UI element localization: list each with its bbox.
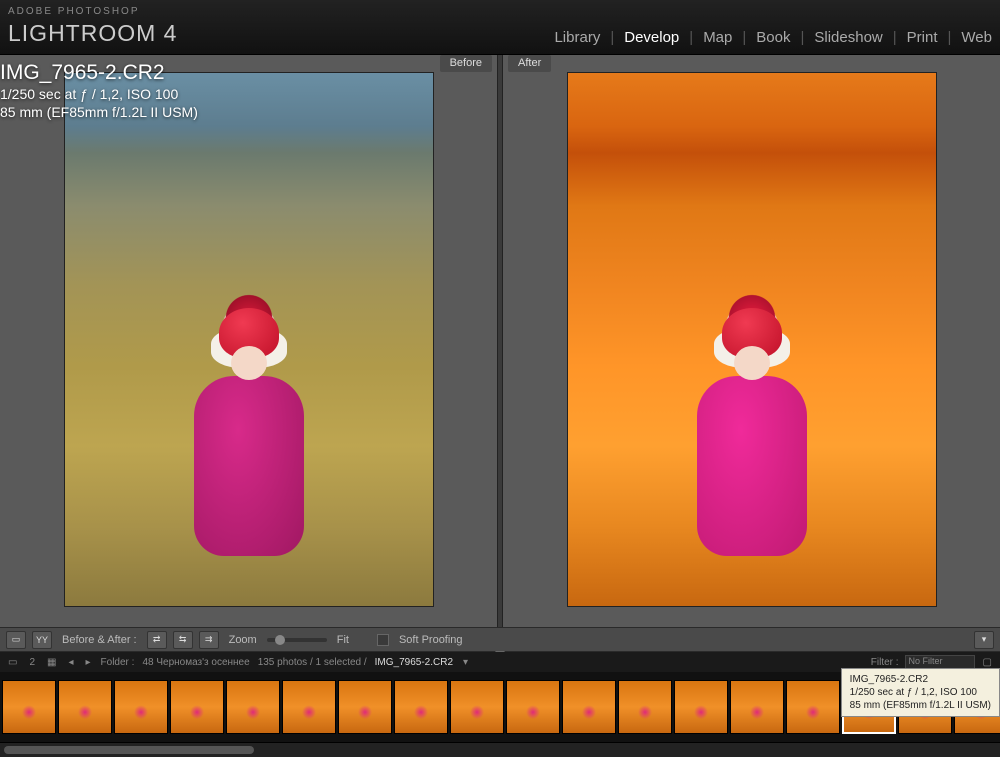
tooltip-lens: 85 mm (EF85mm f/1.2L II USM) [850, 699, 991, 712]
loupe-view-button[interactable]: ▭ [6, 631, 26, 649]
thumbnail-tooltip: IMG_7965-2.CR2 1/250 sec at ƒ / 1,2, ISO… [841, 668, 1000, 717]
module-develop[interactable]: Develop [624, 29, 679, 46]
filter-label: Filter : [871, 657, 899, 668]
grid-badge[interactable]: 2 [27, 657, 37, 668]
toolbar-menu-icon[interactable]: ▾ [974, 631, 994, 649]
filmstrip-thumb[interactable] [58, 680, 112, 734]
soft-proofing-checkbox[interactable] [377, 634, 389, 646]
ba-arrow-left-icon[interactable]: ⇄ [147, 631, 167, 649]
before-label: Before [440, 55, 492, 72]
filmstrip-thumb[interactable] [786, 680, 840, 734]
filmstrip-thumb[interactable] [618, 680, 672, 734]
ba-arrow-right-icon[interactable]: ⇆ [173, 631, 193, 649]
zoom-slider[interactable] [267, 638, 327, 642]
module-book[interactable]: Book [756, 29, 790, 46]
develop-toolbar: ▭ YY Before & After : ⇄ ⇆ ⇉ Zoom Fit Sof… [0, 627, 1000, 652]
breadcrumb-dropdown-icon[interactable]: ▾ [461, 657, 470, 668]
filmstrip-thumb[interactable] [170, 680, 224, 734]
module-nav: Library|Develop|Map|Book|Slideshow|Print… [554, 29, 992, 46]
filmstrip-thumb[interactable] [506, 680, 560, 734]
before-after-label: Before & After : [58, 634, 141, 646]
file-lens: 85 mm (EF85mm f/1.2L II USM) [0, 104, 198, 122]
after-photo-container[interactable] [503, 72, 1000, 627]
current-file[interactable]: IMG_7965-2.CR2 [375, 657, 453, 668]
before-photo-container[interactable] [0, 72, 497, 627]
filmstrip-thumb[interactable] [394, 680, 448, 734]
filter-lock-icon[interactable]: ▢ [981, 657, 994, 668]
filmstrip-thumb[interactable] [114, 680, 168, 734]
filmstrip-thumb[interactable] [2, 680, 56, 734]
after-photo[interactable] [567, 72, 937, 607]
tooltip-exposure: 1/250 sec at ƒ / 1,2, ISO 100 [850, 686, 991, 699]
scrollbar-thumb[interactable] [4, 746, 254, 754]
zoom-value: Fit [333, 634, 353, 646]
soft-proofing-label: Soft Proofing [399, 634, 463, 646]
module-library[interactable]: Library [554, 29, 600, 46]
before-pane: Before [0, 55, 497, 627]
filmstrip-thumb[interactable] [226, 680, 280, 734]
folder-name[interactable]: 48 Черномаз'з осеннее [142, 657, 249, 668]
app-brand: ADOBE PHOTOSHOP [8, 6, 140, 17]
filmstrip-thumb[interactable] [674, 680, 728, 734]
module-map[interactable]: Map [703, 29, 732, 46]
after-label-wrap: After [503, 55, 1000, 72]
filter-select[interactable]: No Filter [905, 655, 975, 669]
ba-copy-icon[interactable]: ⇉ [199, 631, 219, 649]
filmstrip-thumb[interactable] [730, 680, 784, 734]
tooltip-filename: IMG_7965-2.CR2 [850, 673, 991, 686]
filmstrip-thumb[interactable] [562, 680, 616, 734]
grid-icon[interactable]: ▦ [45, 657, 58, 668]
file-exposure: 1/250 sec at ƒ / 1,2, ISO 100 [0, 86, 198, 104]
filmstrip-thumb[interactable] [450, 680, 504, 734]
filmstrip-thumb[interactable] [338, 680, 392, 734]
compare-view: Before After [0, 55, 1000, 627]
folder-prefix: Folder : [101, 657, 135, 668]
filmstrip-scrollbar[interactable] [0, 742, 1000, 757]
module-web[interactable]: Web [961, 29, 992, 46]
zoom-label: Zoom [225, 634, 261, 646]
nav-back-icon[interactable]: ◂ [66, 657, 75, 668]
after-pane: After [503, 55, 1000, 627]
app-header: ADOBE PHOTOSHOP LIGHTROOM 4 Library|Deve… [0, 0, 1000, 55]
module-print[interactable]: Print [907, 29, 938, 46]
file-info-overlay: IMG_7965-2.CR2 1/250 sec at ƒ / 1,2, ISO… [0, 60, 198, 121]
before-photo[interactable] [64, 72, 434, 607]
filmstrip-thumb[interactable] [282, 680, 336, 734]
photo-count: 135 photos / 1 selected / [258, 657, 367, 668]
secondary-display-button[interactable]: ▭ [6, 657, 19, 668]
module-slideshow[interactable]: Slideshow [814, 29, 882, 46]
compare-yy-button[interactable]: YY [32, 631, 52, 649]
file-name: IMG_7965-2.CR2 [0, 60, 198, 86]
after-label: After [508, 55, 551, 72]
app-name: LIGHTROOM 4 [8, 20, 177, 47]
nav-fwd-icon[interactable]: ▸ [84, 657, 93, 668]
